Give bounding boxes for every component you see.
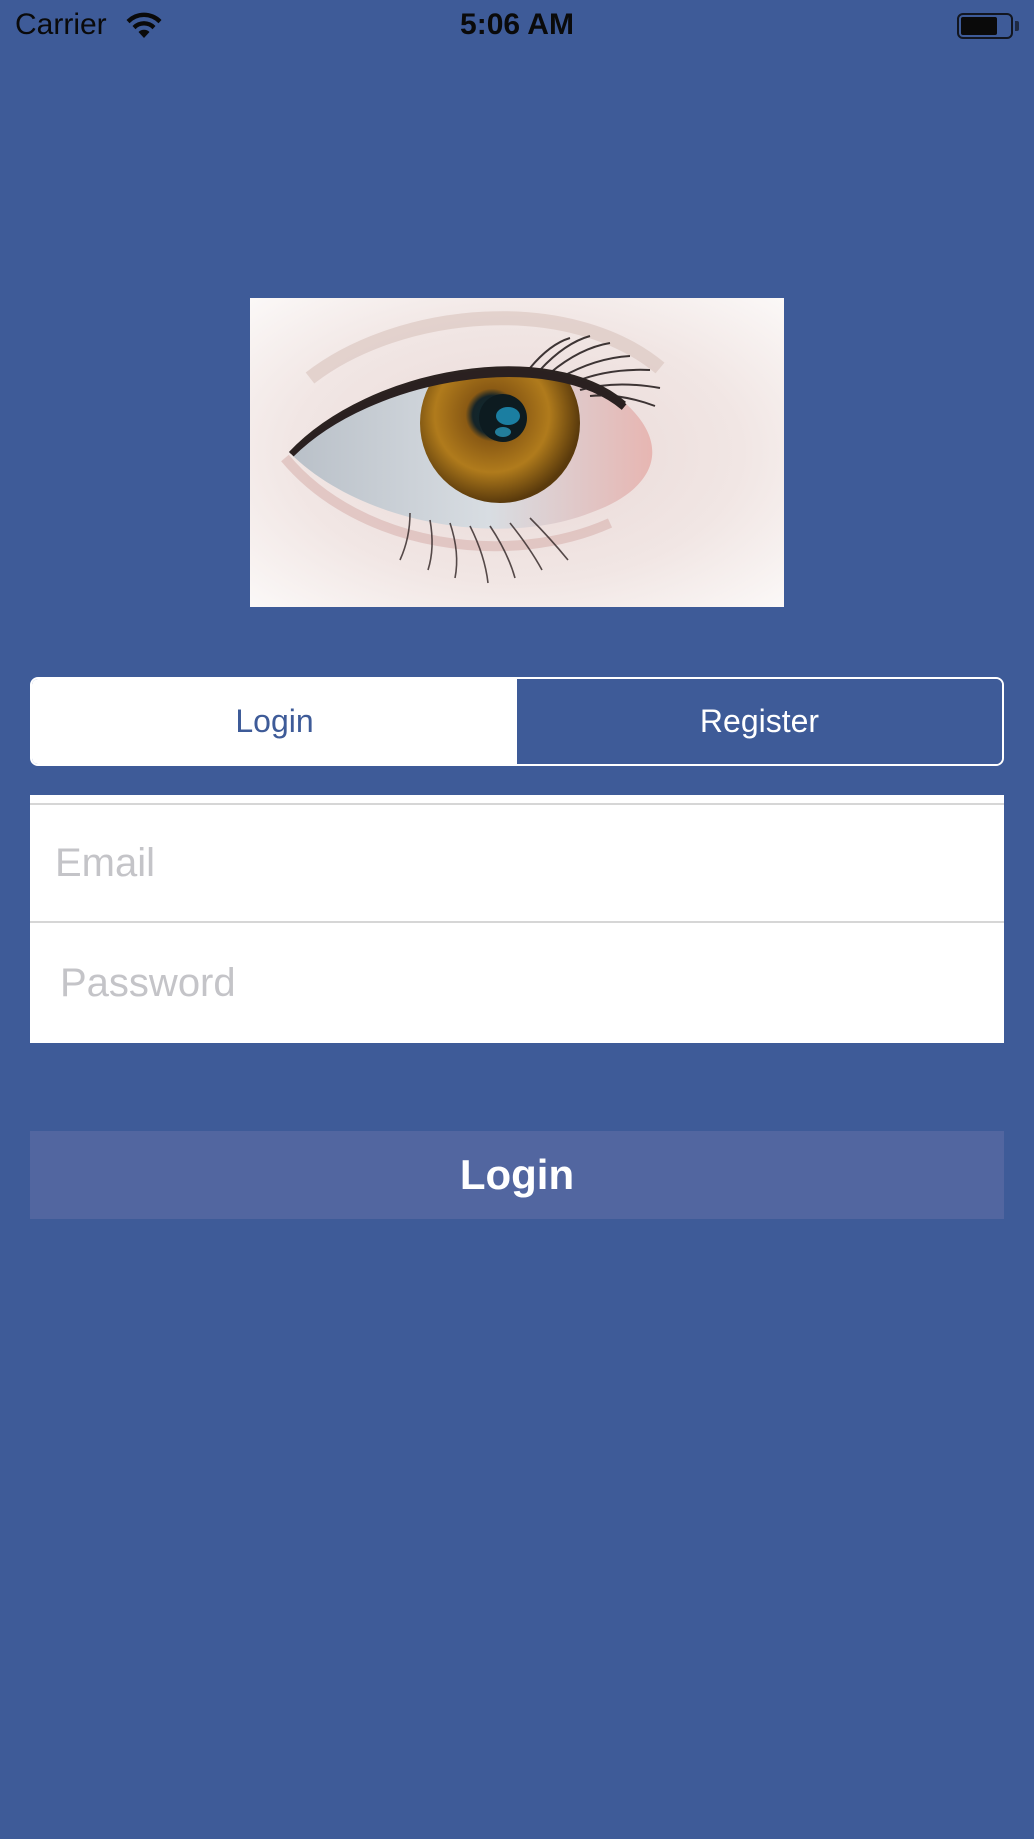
login-button[interactable]: Login <box>30 1131 1004 1219</box>
battery-icon <box>957 13 1019 39</box>
auth-mode-switch: Login Register <box>30 677 1004 766</box>
status-bar: Carrier 5:06 AM <box>0 0 1034 54</box>
tab-register[interactable]: Register <box>517 679 1002 764</box>
password-field[interactable] <box>30 923 1004 1043</box>
eye-hero-image <box>250 298 784 607</box>
tab-login[interactable]: Login <box>32 679 517 764</box>
email-field[interactable] <box>30 805 1004 921</box>
status-time: 5:06 AM <box>460 8 574 41</box>
login-form <box>30 795 1004 1043</box>
